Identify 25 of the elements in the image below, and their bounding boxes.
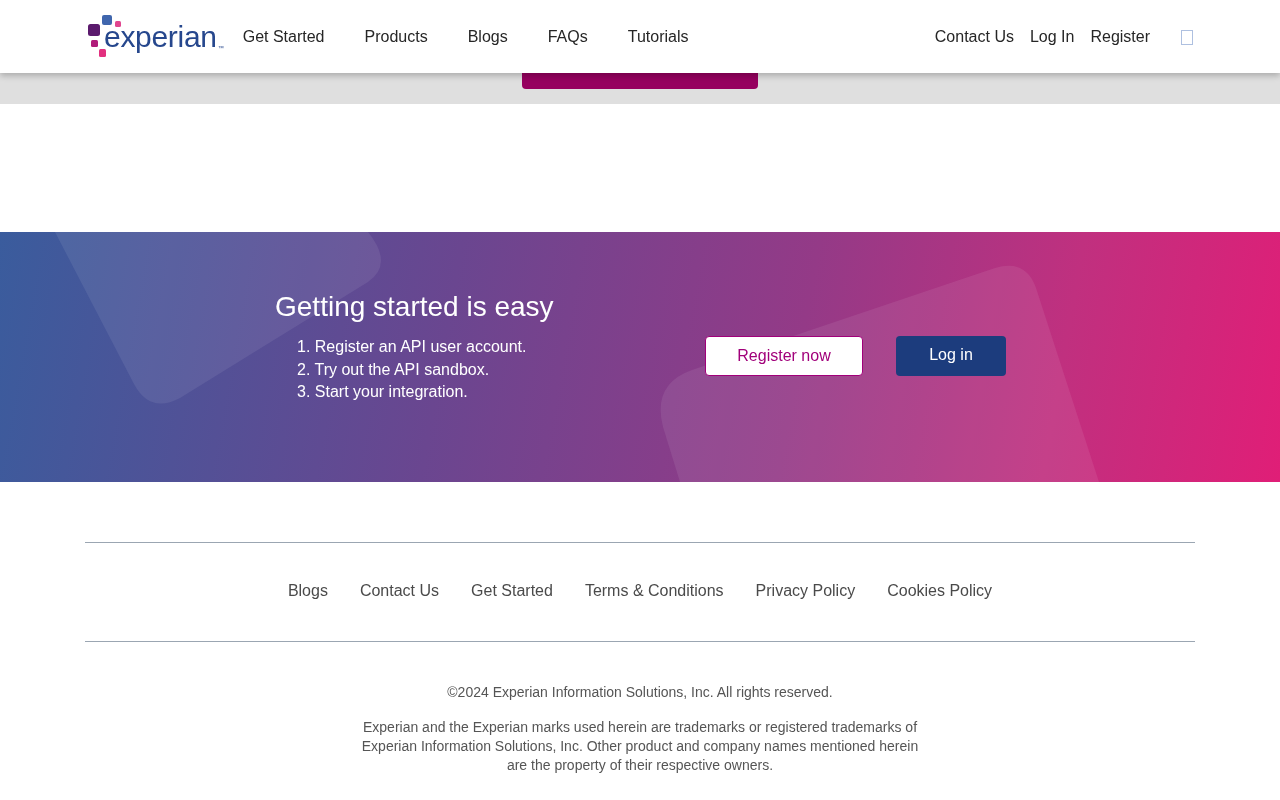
log-in-button[interactable]: Log in [896,336,1006,376]
logo-wordmark: experian [104,21,217,52]
nav-link[interactable]: Get Started [242,27,325,46]
step-item: 3. Start your integration. [297,382,469,402]
footer-link[interactable]: Get Started [471,581,553,600]
nav-link[interactable]: Tutorials [627,27,689,46]
nav-link[interactable]: Contact Us [934,27,1014,46]
footer-link[interactable]: Contact Us [359,581,440,600]
nav-link[interactable]: Log In [1029,27,1075,46]
nav-link[interactable]: FAQs [547,27,588,46]
step-item: 2. Try out the API sandbox. [297,359,491,380]
nav-link[interactable]: Blogs [467,27,508,46]
footer-link[interactable]: Blogs [287,581,328,600]
nav-link[interactable]: Register [1090,27,1150,46]
footer-link[interactable]: Terms & Conditions [584,581,724,600]
step-item: 1. Register an API user account. [297,337,528,357]
footer-link[interactable]: Privacy Policy [755,581,856,600]
square-outline-icon[interactable] [1181,30,1193,45]
banner-heading: Getting started is easy [275,290,555,324]
legal-notice: Experian and the Experian marks used herein are trademarks or registered trademarks of Experian Information Solutions, Inc. Other product and company names mentioned herein are the property of their respective owners. [360,718,920,775]
nav-link[interactable]: Products [364,27,428,46]
register-now-button[interactable]: Register now [705,336,863,376]
copyright-text: ©2024 Experian Information Solutions, Inc. All rights reserved. [446,683,834,702]
partly-hidden-button[interactable] [522,73,758,89]
footer-link[interactable]: Cookies Policy [887,581,993,600]
